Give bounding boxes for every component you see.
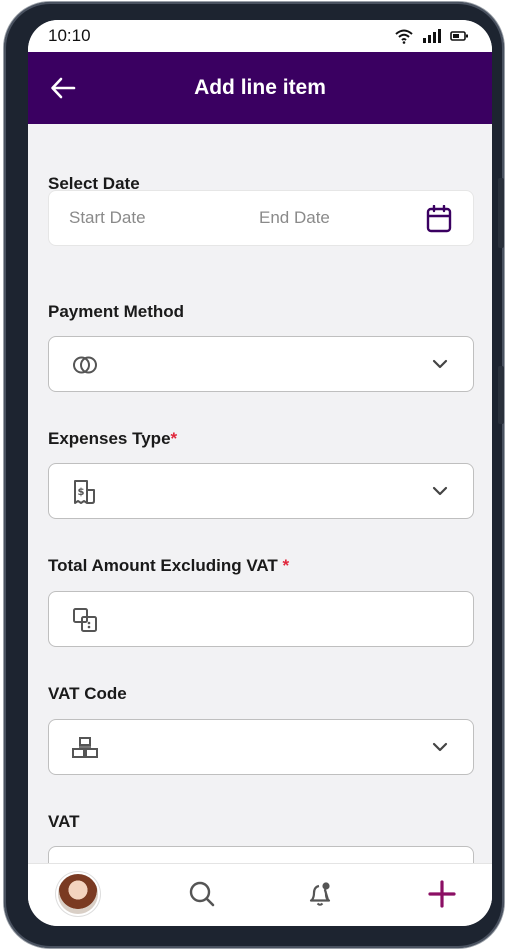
signal-icon [423, 29, 441, 43]
search-icon[interactable] [188, 880, 216, 908]
chevron-down-icon[interactable] [431, 355, 449, 373]
chevron-down-icon[interactable] [431, 482, 449, 500]
total-amount-input[interactable] [48, 591, 474, 647]
side-button [498, 178, 504, 248]
receipt-icon: $ [74, 480, 95, 504]
app-header: Add line item [28, 52, 492, 124]
add-icon[interactable] [428, 880, 456, 908]
vat-code-select[interactable] [48, 719, 474, 775]
battery-icon [450, 31, 468, 41]
side-button [498, 366, 504, 424]
back-arrow-icon[interactable] [50, 76, 76, 100]
expenses-type-label-text: Expenses Type [48, 429, 171, 448]
end-date-input[interactable]: End Date [259, 208, 330, 228]
vat-code-icon [72, 737, 98, 758]
phone-frame: 10:10 Add line item Select Date Start Da… [4, 2, 504, 948]
status-bar: 10:10 [28, 20, 492, 52]
required-mark: * [170, 429, 178, 448]
status-icons [394, 28, 470, 44]
total-amount-label-text: Total Amount Excluding VAT [48, 556, 283, 575]
status-time: 10:10 [48, 26, 91, 45]
total-amount-label: Total Amount Excluding VAT * [48, 556, 289, 576]
expenses-type-select[interactable]: $ [48, 463, 474, 519]
wifi-icon [395, 29, 413, 44]
bottom-nav [28, 864, 492, 926]
screen: 10:10 Add line item Select Date Start Da… [28, 20, 492, 926]
avatar[interactable] [58, 874, 98, 914]
chevron-down-icon[interactable] [431, 738, 449, 756]
payment-card-icon [73, 356, 97, 374]
calendar-icon[interactable] [426, 205, 452, 233]
page-title: Add line item [194, 76, 326, 99]
svg-text:$: $ [78, 487, 85, 498]
amount-icon [73, 608, 97, 632]
payment-method-label: Payment Method [48, 302, 185, 321]
expenses-type-label: Expenses Type* [48, 429, 177, 449]
vat-code-label: VAT Code [48, 684, 127, 703]
date-range-field[interactable]: Start Date End Date [48, 190, 474, 246]
notification-bell-icon[interactable] [306, 880, 334, 908]
payment-method-select[interactable] [48, 336, 474, 392]
required-mark: * [282, 556, 290, 575]
start-date-input[interactable]: Start Date [69, 208, 146, 228]
vat-label: VAT [48, 812, 80, 831]
